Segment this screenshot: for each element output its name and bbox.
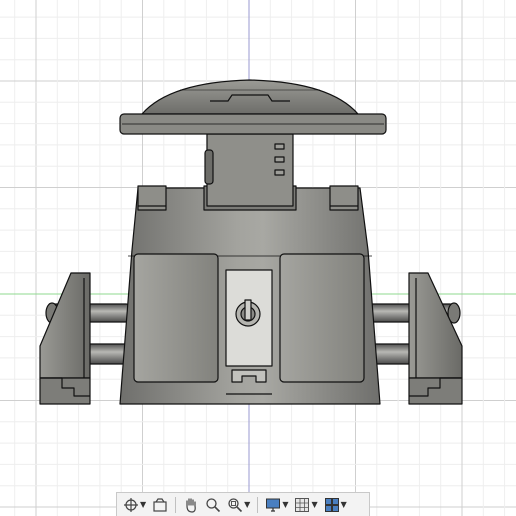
left-panel [133,253,219,383]
orbit-button[interactable]: ▼ [121,495,148,515]
pan-hand-icon [186,497,196,513]
navigation-toolbar: ▼ ▼ ▼ ▼ ▼ [116,492,370,516]
toolbar-separator [257,496,259,513]
dome-cap [119,79,387,135]
orbit-dropdown-caret[interactable]: ▼ [140,500,146,509]
pan-button[interactable] [181,495,201,515]
grid-settings-icon [295,497,310,512]
grid-settings-button[interactable]: ▼ [292,495,319,515]
fit-zoom-button[interactable]: ▼ [225,495,252,515]
grid-settings-dropdown-caret[interactable]: ▼ [311,500,317,509]
neck [203,133,297,211]
viewports-button[interactable]: ▼ [322,495,349,515]
display-settings-icon [266,498,281,512]
zoom-button[interactable] [203,495,223,515]
look-at-icon [153,497,167,512]
fit-zoom-dropdown-caret[interactable]: ▼ [244,500,250,509]
zoom-icon [206,497,221,512]
display-settings-dropdown-caret[interactable]: ▼ [282,500,288,509]
left-arm [39,272,91,405]
right-panel [279,253,365,383]
center-plate [225,269,273,395]
canvas-viewport[interactable] [0,0,516,516]
right-arm [408,272,463,405]
look-at-button[interactable] [150,495,170,515]
display-settings-button[interactable]: ▼ [263,495,290,515]
viewports-dropdown-caret[interactable]: ▼ [341,500,347,509]
fit-zoom-icon [228,497,243,512]
robot-model[interactable] [39,79,463,405]
viewports-icon [324,497,339,512]
toolbar-separator [175,496,177,513]
orbit-icon [124,497,138,512]
